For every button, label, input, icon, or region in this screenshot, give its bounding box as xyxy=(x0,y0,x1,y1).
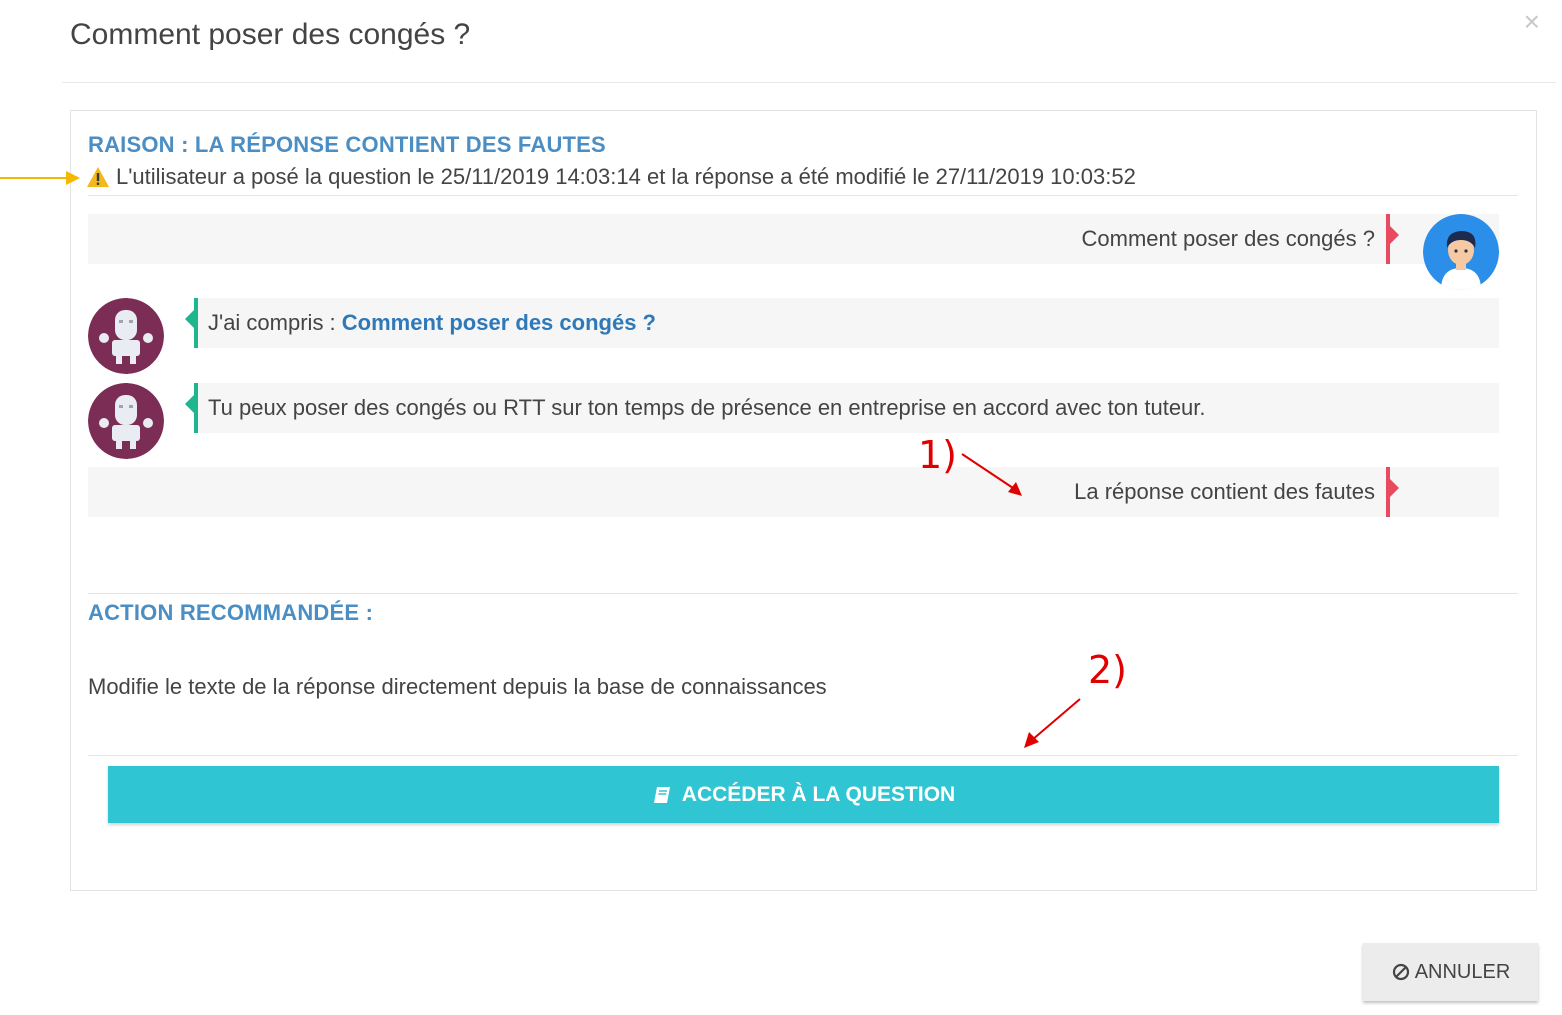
ban-icon xyxy=(1392,963,1409,981)
reason-heading: RAISON : LA RÉPONSE CONTIENT DES FAUTES xyxy=(88,132,606,157)
user-avatar xyxy=(1423,214,1499,290)
warning-text: L'utilisateur a posé la question le 25/1… xyxy=(116,164,1136,189)
user-feedback-row: La réponse contient des fautes xyxy=(88,467,1499,517)
user-flag-marker xyxy=(1386,214,1399,264)
user-question-text: Comment poser des congés ? xyxy=(1081,226,1376,251)
bot-flag-marker xyxy=(185,383,198,433)
user-flag-marker xyxy=(1386,467,1399,517)
understood-question-link[interactable]: Comment poser des congés ? xyxy=(342,310,656,335)
warning-line: L'utilisateur a posé la question le 25/1… xyxy=(86,164,1136,190)
action-text: Modifie le texte de la réponse directeme… xyxy=(88,674,827,699)
cancel-label: ANNULER xyxy=(1414,960,1511,983)
annotation-arrow-2 xyxy=(1024,698,1081,748)
reason-divider xyxy=(88,195,1518,196)
bot-answer-text: Tu peux poser des congés ou RTT sur ton … xyxy=(208,395,1206,420)
annotation-label-2: 2) xyxy=(1088,648,1128,692)
user-feedback-text: La réponse contient des fautes xyxy=(1074,479,1375,504)
book-icon xyxy=(653,786,670,803)
user-message-row: Comment poser des congés ? xyxy=(88,214,1499,264)
button-divider xyxy=(88,755,1518,756)
cancel-button[interactable]: ANNULER xyxy=(1363,943,1538,1001)
warning-triangle-icon xyxy=(87,167,109,187)
bot-avatar xyxy=(88,298,164,374)
bot-flag-marker xyxy=(185,298,198,348)
bot-understood-text: J'ai compris : Comment poser des congés … xyxy=(208,310,656,336)
annotation-arrow-1 xyxy=(961,453,1022,496)
access-question-label: ACCÉDER À LA QUESTION xyxy=(681,782,956,806)
access-question-button[interactable]: ACCÉDER À LA QUESTION xyxy=(108,766,1499,823)
bot-avatar xyxy=(88,383,164,459)
modal-title: Comment poser des congés ? xyxy=(70,18,471,51)
bot-understood-row: J'ai compris : Comment poser des congés … xyxy=(185,298,1499,348)
bot-answer-row: Tu peux poser des congés ou RTT sur ton … xyxy=(185,383,1499,433)
annotation-arrow-warning xyxy=(0,171,80,185)
close-icon[interactable]: × xyxy=(1524,8,1540,36)
title-divider xyxy=(62,82,1556,83)
action-heading: ACTION RECOMMANDÉE : xyxy=(88,600,374,625)
annotation-label-1: 1) xyxy=(918,433,958,477)
action-divider xyxy=(88,593,1518,594)
bot-understood-prefix: J'ai compris : xyxy=(208,310,342,335)
